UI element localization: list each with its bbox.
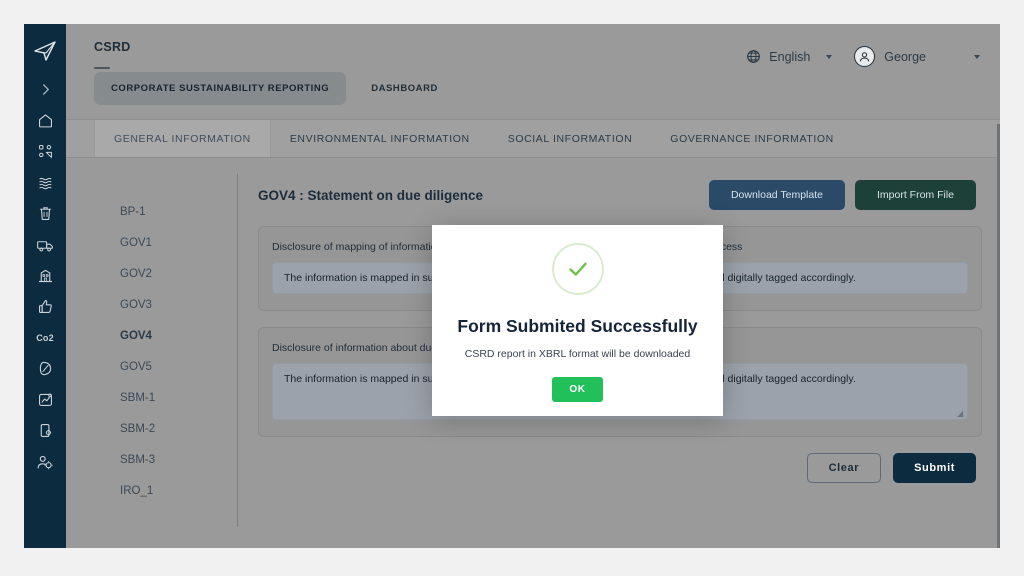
leaf-icon[interactable] xyxy=(30,353,60,384)
building-icon[interactable] xyxy=(30,260,60,291)
application-window: Co2 CSRD English George CORPORATE SUSTAI… xyxy=(24,24,1000,548)
success-modal: Form Submited Successfully CSRD report i… xyxy=(432,225,723,416)
mobile-settings-icon[interactable] xyxy=(30,415,60,446)
download-template-button[interactable]: Download Template xyxy=(708,180,845,210)
submit-button[interactable]: Submit xyxy=(893,453,976,483)
tab-bar: GENERAL INFORMATION ENVIRONMENTAL INFORM… xyxy=(66,119,1000,158)
user-settings-icon[interactable] xyxy=(30,446,60,477)
brand-block: CSRD xyxy=(94,40,131,69)
globe-icon xyxy=(746,49,761,64)
panel-header: GOV4 : Statement on due diligence Downlo… xyxy=(258,180,982,210)
tab-governance-information[interactable]: GOVERNANCE INFORMATION xyxy=(651,120,853,157)
tab-environmental-information[interactable]: ENVIRONMENTAL INFORMATION xyxy=(271,120,489,157)
nav-item-dashboard[interactable]: DASHBOARD xyxy=(354,72,455,105)
resize-grip-icon[interactable]: ◢ xyxy=(957,410,964,418)
paper-plane-logo[interactable] xyxy=(30,34,60,68)
sidebar-item-gov1[interactable]: GOV1 xyxy=(78,227,237,258)
sidebar-item-gov5[interactable]: GOV5 xyxy=(78,351,237,382)
avatar[interactable] xyxy=(854,46,876,67)
sidebar-item-gov2[interactable]: GOV2 xyxy=(78,258,237,289)
ok-button[interactable]: OK xyxy=(552,377,603,402)
disclosure-nav-list: BP-1 GOV1 GOV2 GOV3 GOV4 GOV5 SBM-1 SBM-… xyxy=(78,174,238,527)
language-label[interactable]: English xyxy=(769,50,810,64)
sidebar-item-sbm-2[interactable]: SBM-2 xyxy=(78,413,237,444)
home-icon[interactable] xyxy=(30,105,60,136)
sidebar-item-gov4[interactable]: GOV4 xyxy=(78,320,237,351)
water-icon[interactable] xyxy=(30,167,60,198)
modal-subtitle: CSRD report in XBRL format will be downl… xyxy=(464,348,691,360)
user-name-label[interactable]: George xyxy=(884,50,926,64)
materiality-icon[interactable] xyxy=(30,136,60,167)
panel-actions: Download Template Import From File xyxy=(708,180,976,210)
page-title: CSRD xyxy=(94,40,131,54)
nav-item-corporate-sustainability-reporting[interactable]: CORPORATE SUSTAINABILITY REPORTING xyxy=(94,72,347,105)
vertical-scrollbar[interactable] xyxy=(997,124,1000,548)
chart-box-icon[interactable] xyxy=(30,384,60,415)
clear-button[interactable]: Clear xyxy=(806,453,882,483)
waste-bin-icon[interactable] xyxy=(30,198,60,229)
truck-icon[interactable] xyxy=(30,229,60,260)
top-bar-right: English George xyxy=(746,40,980,67)
thumbs-up-icon[interactable] xyxy=(30,291,60,322)
sidebar-item-bp-1[interactable]: BP-1 xyxy=(78,196,237,227)
sidebar-item-iro-1[interactable]: IRO_1 xyxy=(78,475,237,506)
chevron-down-icon-language[interactable] xyxy=(826,54,833,59)
modal-title: Form Submited Successfully xyxy=(457,316,698,336)
main-content: CSRD English George CORPORATE SUSTAINABI… xyxy=(66,24,1000,548)
form-footer-actions: Clear Submit xyxy=(258,437,982,483)
sidebar-item-gov3[interactable]: GOV3 xyxy=(78,289,237,320)
success-check-icon xyxy=(551,243,604,295)
tab-social-information[interactable]: SOCIAL INFORMATION xyxy=(489,120,652,157)
title-underline xyxy=(94,67,110,69)
tab-general-information[interactable]: GENERAL INFORMATION xyxy=(94,120,271,157)
sidebar-item-sbm-3[interactable]: SBM-3 xyxy=(78,444,237,475)
primary-nav: CORPORATE SUSTAINABILITY REPORTING DASHB… xyxy=(66,72,1000,105)
panel-title: GOV4 : Statement on due diligence xyxy=(258,187,484,203)
chevron-right-icon[interactable] xyxy=(30,74,60,105)
sidebar-item-sbm-1[interactable]: SBM-1 xyxy=(78,382,237,413)
chevron-down-icon-user[interactable] xyxy=(974,54,980,59)
import-from-file-button[interactable]: Import From File xyxy=(854,180,976,210)
left-sidebar: Co2 xyxy=(24,24,66,548)
co2-text-icon[interactable]: Co2 xyxy=(30,322,60,353)
